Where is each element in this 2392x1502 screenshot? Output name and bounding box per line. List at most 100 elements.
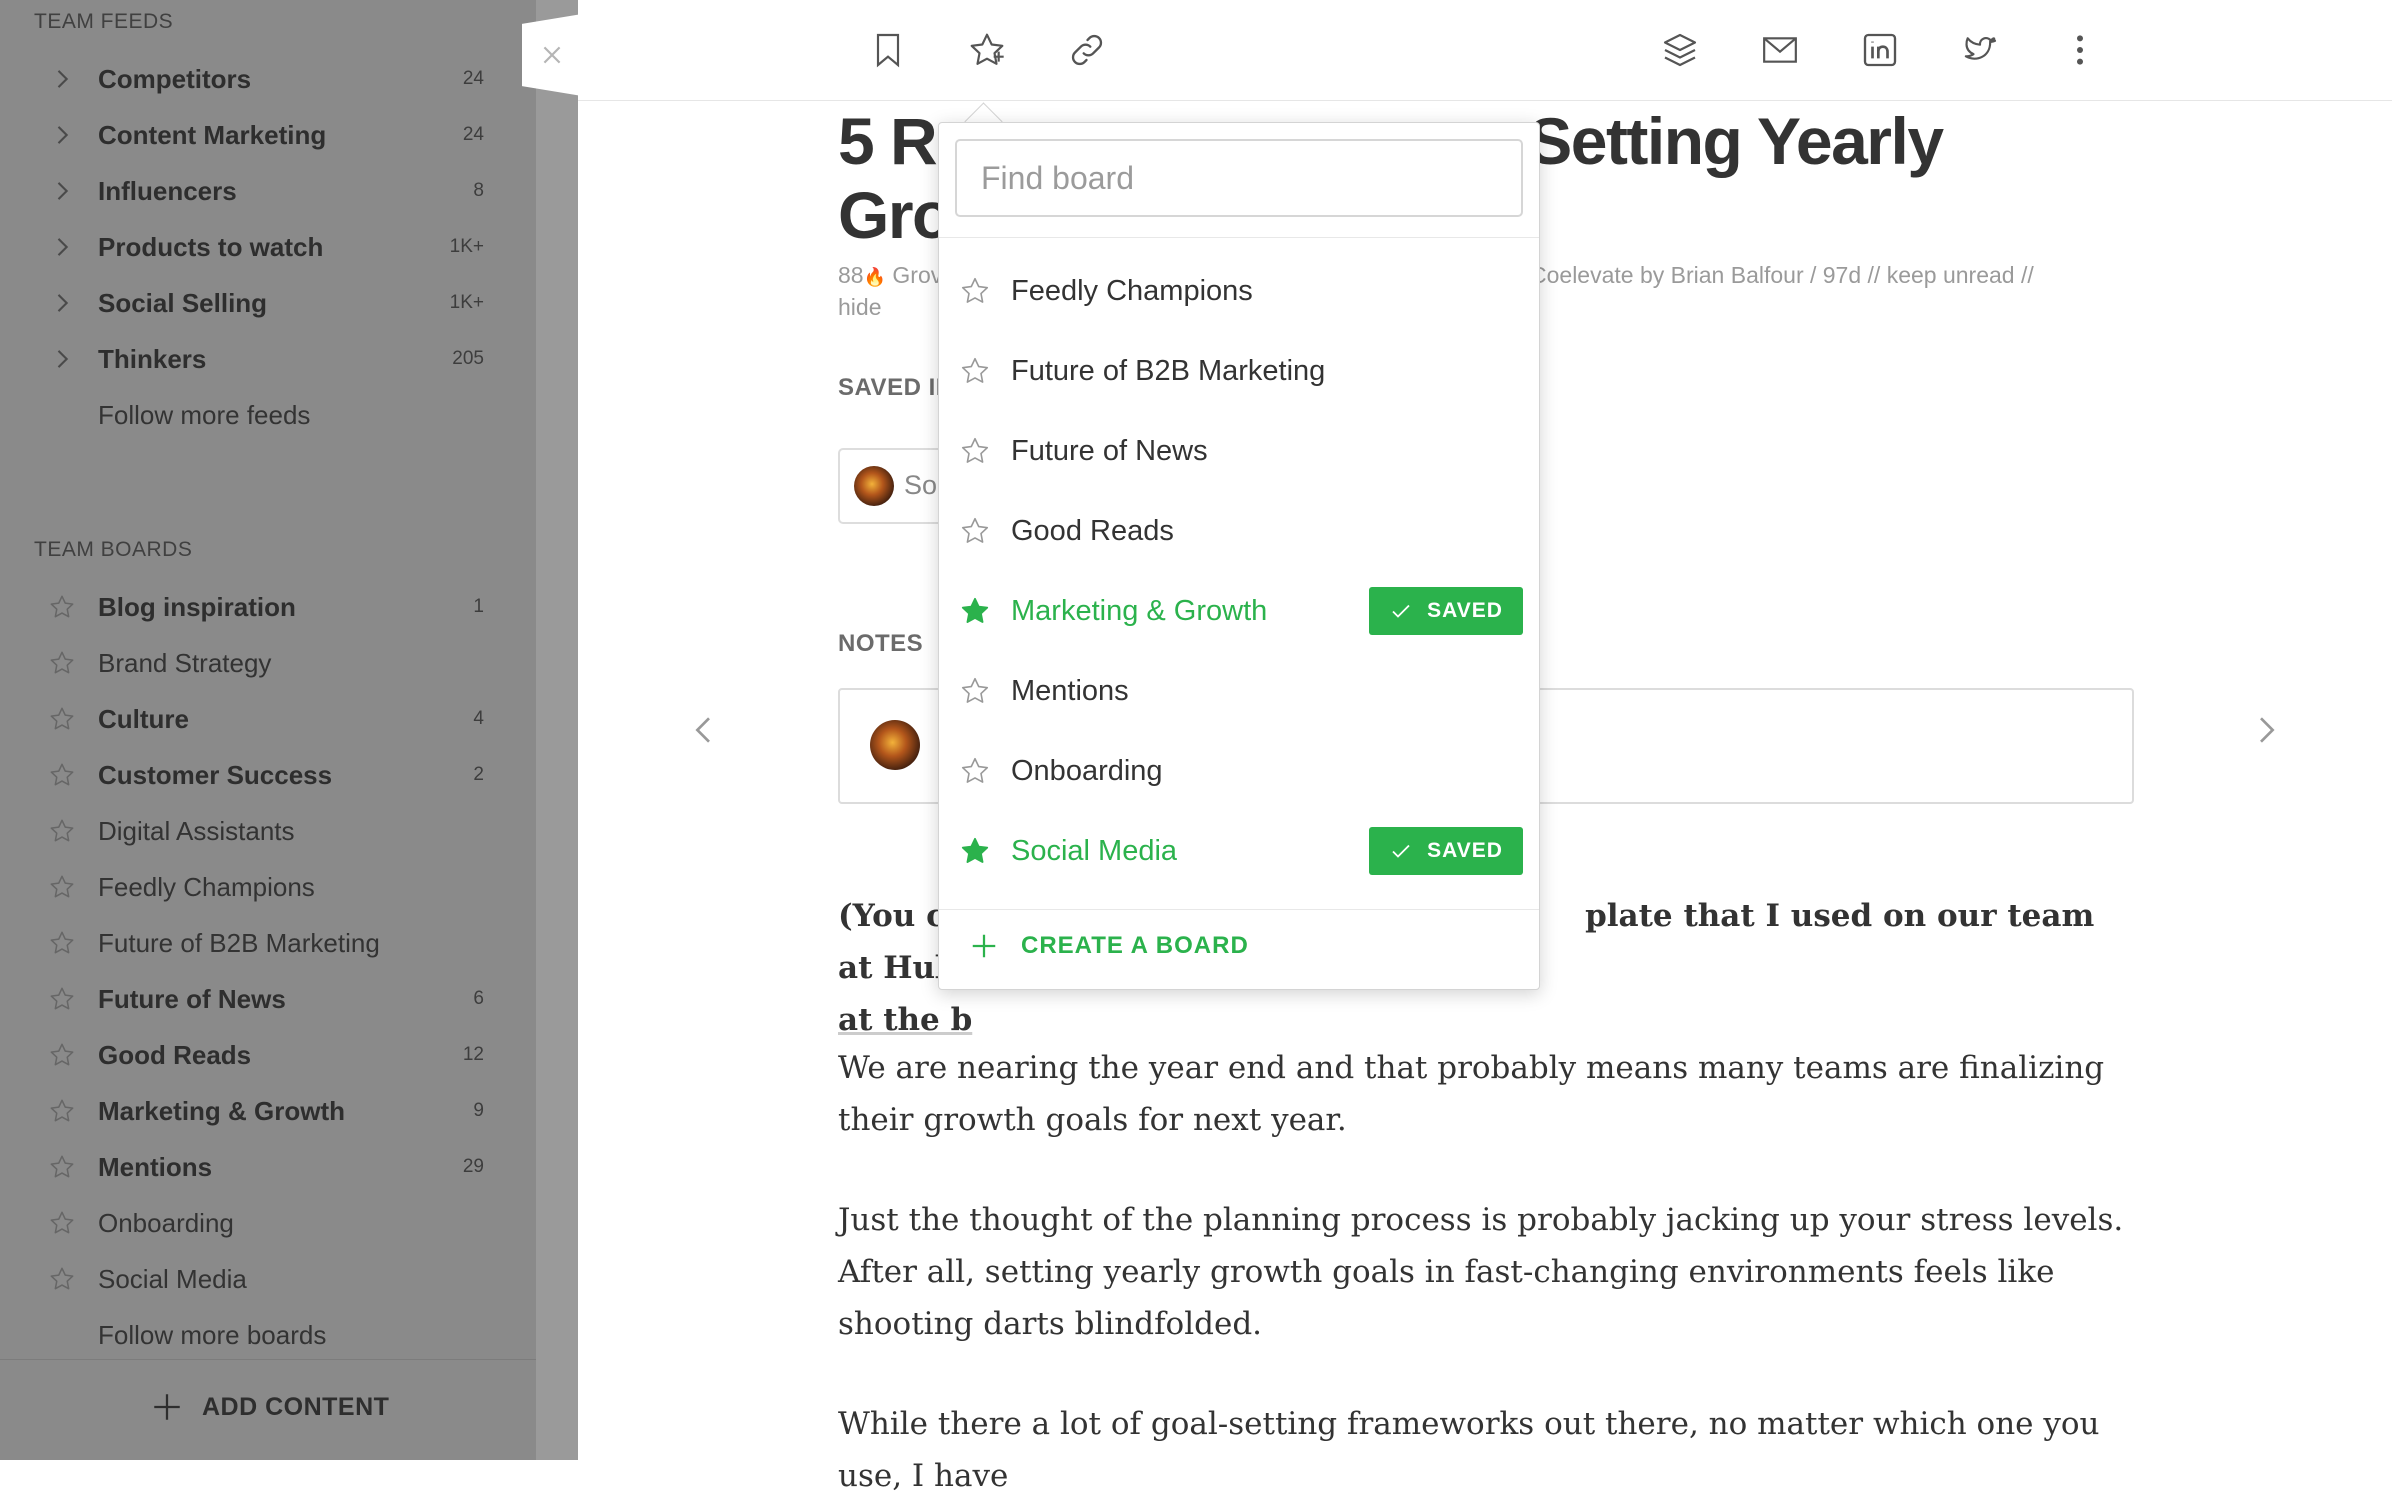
create-board-label: CREATE A BOARD xyxy=(1021,932,1249,959)
star-icon[interactable] xyxy=(44,1149,80,1185)
next-article-icon[interactable] xyxy=(2246,706,2286,754)
sidebar-board-label: Future of B2B Marketing xyxy=(98,927,380,958)
saved-badge[interactable]: SAVED xyxy=(1369,587,1523,635)
sidebar-board-blog-inspiration[interactable]: Blog inspiration 1 xyxy=(0,579,536,635)
layers-icon[interactable] xyxy=(1656,26,1704,74)
star-icon[interactable] xyxy=(44,981,80,1017)
star-icon[interactable] xyxy=(963,26,1011,74)
board-option-good-reads[interactable]: Good Reads xyxy=(939,491,1539,571)
saved-badge-label: SAVED xyxy=(1427,839,1503,862)
sidebar-feed-label: Social Selling xyxy=(98,287,268,318)
link-icon[interactable] xyxy=(1063,26,1111,74)
star-icon[interactable] xyxy=(44,925,80,961)
previous-article-icon[interactable] xyxy=(684,706,724,754)
sidebar-board-marketing-and-growth[interactable]: Marketing & Growth 9 xyxy=(0,1083,536,1139)
follow-more-boards-label: Follow more boards xyxy=(98,1319,327,1350)
find-board-input[interactable] xyxy=(955,139,1523,217)
star-filled-icon xyxy=(957,833,993,869)
sidebar-board-culture[interactable]: Culture 4 xyxy=(0,691,536,747)
board-option-future-of-news[interactable]: Future of News xyxy=(939,411,1539,491)
sidebar-feed-products-to-watch[interactable]: Products to watch 1K+ xyxy=(0,219,536,275)
article-meta-left: 88🔥 Grov xyxy=(838,262,942,289)
chevron-right-icon[interactable] xyxy=(44,229,80,265)
chevron-right-icon[interactable] xyxy=(44,117,80,153)
source-name[interactable]: Grov xyxy=(892,262,942,288)
bookmark-icon[interactable] xyxy=(864,26,912,74)
board-option-onboarding[interactable]: Onboarding xyxy=(939,731,1539,811)
mail-icon[interactable] xyxy=(1756,26,1804,74)
sidebar-footer: ADD CONTENT xyxy=(0,1359,536,1460)
star-icon[interactable] xyxy=(44,645,80,681)
board-option-future-of-b2b-marketing[interactable]: Future of B2B Marketing xyxy=(939,331,1539,411)
create-board-button[interactable]: CREATE A BOARD xyxy=(969,931,1249,961)
sidebar-board-good-reads[interactable]: Good Reads 12 xyxy=(0,1027,536,1083)
sidebar-feed-label: Products to watch xyxy=(98,231,324,262)
star-icon[interactable] xyxy=(44,869,80,905)
feed-count: 1K+ xyxy=(449,236,484,257)
article-meta-right[interactable]: Coelevate by Brian Balfour / 97d // keep… xyxy=(1530,262,2034,289)
board-option-label: Future of News xyxy=(1011,434,1208,467)
board-option-feedly-champions[interactable]: Feedly Champions xyxy=(939,251,1539,331)
add-content-label: ADD CONTENT xyxy=(202,1392,390,1421)
follow-more-feeds-link[interactable]: Follow more feeds xyxy=(0,387,536,443)
chevron-right-icon[interactable] xyxy=(44,285,80,321)
sidebar-board-onboarding[interactable]: Onboarding xyxy=(0,1195,536,1251)
save-to-board-dropdown: Feedly Champions Future of B2B Marketing F… xyxy=(938,122,1540,990)
engagement-count: 88 xyxy=(838,262,864,288)
sidebar-board-social-media[interactable]: Social Media xyxy=(0,1251,536,1307)
chevron-right-icon[interactable] xyxy=(44,341,80,377)
more-vertical-icon[interactable] xyxy=(2056,26,2104,74)
feed-count: 24 xyxy=(462,68,484,89)
sidebar-feed-thinkers[interactable]: Thinkers 205 xyxy=(0,331,536,387)
close-icon xyxy=(543,46,561,64)
sidebar-board-digital-assistants[interactable]: Digital Assistants xyxy=(0,803,536,859)
board-option-label: Marketing & Growth xyxy=(1011,594,1268,627)
sidebar-board-brand-strategy[interactable]: Brand Strategy xyxy=(0,635,536,691)
board-option-mentions[interactable]: Mentions xyxy=(939,651,1539,731)
hide-link[interactable]: hide xyxy=(838,294,881,321)
star-icon[interactable] xyxy=(44,1037,80,1073)
chevron-right-icon[interactable] xyxy=(44,173,80,209)
star-icon xyxy=(957,673,993,709)
star-icon[interactable] xyxy=(44,813,80,849)
sidebar-feed-influencers[interactable]: Influencers 8 xyxy=(0,163,536,219)
star-icon[interactable] xyxy=(44,1261,80,1297)
saved-board-chip[interactable]: So xyxy=(838,448,952,524)
sidebar-feed-social-selling[interactable]: Social Selling 1K+ xyxy=(0,275,536,331)
chevron-right-icon[interactable] xyxy=(44,61,80,97)
star-icon[interactable] xyxy=(44,1205,80,1241)
sidebar-feed-competitors[interactable]: Competitors 24 xyxy=(0,51,536,107)
add-content-button[interactable]: ADD CONTENT xyxy=(150,1390,389,1424)
twitter-icon[interactable] xyxy=(1956,26,2004,74)
follow-more-boards-link[interactable]: Follow more boards xyxy=(0,1307,536,1363)
sidebar-board-future-of-b2b-marketing[interactable]: Future of B2B Marketing xyxy=(0,915,536,971)
star-icon[interactable] xyxy=(44,589,80,625)
sidebar-feed-content-marketing[interactable]: Content Marketing 24 xyxy=(0,107,536,163)
star-icon xyxy=(957,433,993,469)
divider xyxy=(939,237,1539,238)
sidebar: TEAM FEEDS Competitors 24 Content Market… xyxy=(0,0,536,1460)
star-icon[interactable] xyxy=(44,701,80,737)
avatar xyxy=(854,466,894,506)
check-icon xyxy=(1392,604,1410,618)
sidebar-board-feedly-champions[interactable]: Feedly Champions xyxy=(0,859,536,915)
sidebar-board-label: Brand Strategy xyxy=(98,647,272,678)
saved-chip-text: So xyxy=(904,470,938,500)
follow-more-feeds-label: Follow more feeds xyxy=(98,399,311,430)
star-icon xyxy=(957,353,993,389)
sidebar-board-label: Blog inspiration xyxy=(98,591,296,622)
close-button[interactable] xyxy=(522,14,582,96)
sidebar-board-mentions[interactable]: Mentions 29 xyxy=(0,1139,536,1195)
board-option-social-media[interactable]: Social Media SAVED xyxy=(939,811,1539,891)
board-option-label: Good Reads xyxy=(1011,514,1174,547)
saved-badge[interactable]: SAVED xyxy=(1369,827,1523,875)
board-option-marketing-and-growth[interactable]: Marketing & Growth SAVED xyxy=(939,571,1539,651)
star-icon[interactable] xyxy=(44,757,80,793)
sidebar-board-future-of-news[interactable]: Future of News 6 xyxy=(0,971,536,1027)
sidebar-feed-label: Content Marketing xyxy=(98,119,327,150)
check-icon xyxy=(1392,844,1410,858)
star-icon[interactable] xyxy=(44,1093,80,1129)
linkedin-icon[interactable] xyxy=(1856,26,1904,74)
sidebar-board-label: Good Reads xyxy=(98,1039,252,1070)
sidebar-board-customer-success[interactable]: Customer Success 2 xyxy=(0,747,536,803)
